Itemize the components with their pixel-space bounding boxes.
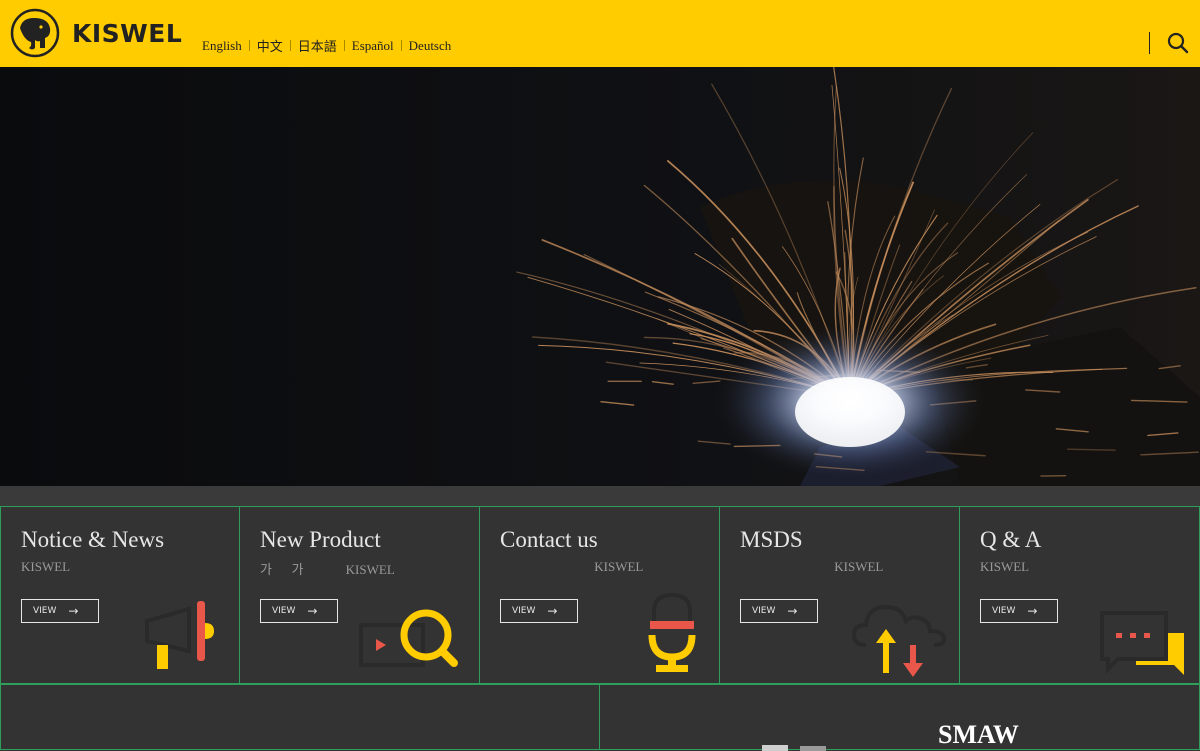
bottom-left-panel — [0, 684, 600, 750]
view-button[interactable]: VIEW → — [500, 599, 578, 623]
microphone-icon — [644, 591, 700, 675]
cloud-transfer-icon — [852, 599, 948, 679]
hero-welding-image — [0, 67, 1200, 486]
arrow-right-icon: → — [787, 604, 797, 618]
card-new-product[interactable]: New Product 가 가 KISWEL VIEW → — [239, 506, 480, 684]
card-subtitle: KISWEL — [21, 559, 70, 575]
smaw-title: SMAW — [938, 720, 1019, 750]
hero-bottom-strip — [0, 486, 1200, 506]
lang-spanish[interactable]: Español — [352, 38, 394, 54]
header-divider — [1149, 32, 1150, 54]
bottom-right-panel: SMAW — [599, 684, 1200, 750]
arrow-right-icon: → — [547, 604, 557, 618]
lang-divider — [290, 40, 291, 51]
view-button[interactable]: VIEW → — [740, 599, 818, 623]
arrow-right-icon: → — [1027, 604, 1037, 618]
card-subtitle: KISWEL — [740, 559, 883, 575]
lang-japanese[interactable]: 日本語 — [298, 36, 337, 55]
lang-divider — [401, 40, 402, 51]
view-label: VIEW — [752, 606, 775, 616]
elephant-logo-icon — [10, 8, 60, 58]
lang-divider — [249, 40, 250, 51]
card-subtitle: 가 가 KISWEL — [260, 559, 395, 578]
lang-english[interactable]: English — [202, 38, 242, 54]
kiswel-logo[interactable]: KISWEL — [10, 8, 182, 58]
card-title: MSDS — [740, 527, 803, 553]
card-title: Q & A — [980, 527, 1041, 553]
card-contact-us[interactable]: Contact us KISWEL VIEW → — [479, 506, 720, 684]
search-button[interactable] — [1166, 31, 1190, 55]
card-subtitle: KISWEL — [500, 559, 643, 575]
card-title: Contact us — [500, 527, 598, 553]
view-label: VIEW — [512, 606, 535, 616]
view-button[interactable]: VIEW → — [980, 599, 1058, 623]
product-search-icon — [358, 605, 458, 671]
arrow-right-icon: → — [307, 604, 317, 618]
card-msds[interactable]: MSDS KISWEL VIEW → — [719, 506, 960, 684]
view-label: VIEW — [992, 606, 1015, 616]
search-icon — [1166, 31, 1190, 55]
chat-bubbles-icon — [1100, 611, 1188, 677]
view-button[interactable]: VIEW → — [260, 599, 338, 623]
spark-streak — [1068, 449, 1115, 450]
lang-chinese[interactable]: 中文 — [257, 36, 283, 55]
megaphone-icon — [141, 599, 217, 671]
card-title: Notice & News — [21, 527, 164, 553]
lang-german[interactable]: Deutsch — [409, 38, 452, 54]
logo-wordmark: KISWEL — [72, 19, 182, 48]
site-header: KISWEL English 中文 日本語 Español Deutsch — [0, 0, 1200, 67]
card-notice-news[interactable]: Notice & News KISWEL VIEW → — [0, 506, 240, 684]
card-title: New Product — [260, 527, 381, 553]
arrow-right-icon: → — [68, 604, 78, 618]
welding-sparks-image — [0, 67, 1200, 486]
card-subtitle: KISWEL — [980, 559, 1029, 575]
lang-divider — [344, 40, 345, 51]
language-selector: English 中文 日本語 Español Deutsch — [202, 36, 451, 55]
view-button[interactable]: VIEW → — [21, 599, 99, 623]
card-qa[interactable]: Q & A KISWEL VIEW → — [959, 506, 1200, 684]
view-label: VIEW — [272, 606, 295, 616]
view-label: VIEW — [33, 606, 56, 616]
